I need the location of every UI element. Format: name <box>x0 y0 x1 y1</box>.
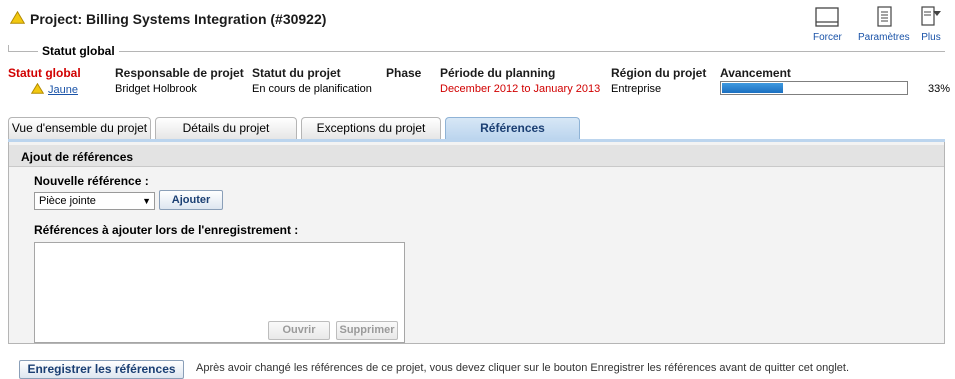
reference-type-value: Pièce jointe <box>39 195 96 207</box>
chevron-down-icon: ▼ <box>142 196 151 206</box>
global-status-value: Jaune <box>30 82 78 97</box>
reference-type-select[interactable]: Pièce jointe ▼ <box>34 192 155 210</box>
more-button[interactable]: Plus <box>918 6 944 43</box>
tab-project-exceptions[interactable]: Exceptions du projet <box>301 117 441 139</box>
project-status-header: Statut du projet <box>252 66 341 80</box>
more-label: Plus <box>921 32 941 43</box>
panel-title: Ajout de références <box>21 150 134 164</box>
settings-label: Paramètres <box>858 32 910 43</box>
settings-button[interactable]: Paramètres <box>858 6 910 43</box>
manager-header: Responsable de projet <box>115 66 244 80</box>
global-status-link[interactable]: Jaune <box>48 84 78 96</box>
tab-references[interactable]: Références <box>445 117 580 139</box>
manager-value: Bridget Holbrook <box>115 83 197 95</box>
progress-percent: 33% <box>928 83 951 95</box>
phase-header: Phase <box>386 66 422 80</box>
progress-bar-fill <box>722 83 783 93</box>
add-reference-button[interactable]: Ajouter <box>159 190 223 210</box>
document-icon <box>871 6 897 31</box>
window-icon <box>814 7 840 31</box>
new-reference-label: Nouvelle référence : <box>34 174 149 188</box>
panel-header <box>9 145 944 167</box>
project-status-value: En cours de planification <box>252 83 372 95</box>
page-title-row: Project: Billing Systems Integration (#3… <box>9 10 327 27</box>
section-divider <box>8 51 945 52</box>
page-title: Project: Billing Systems Integration (#3… <box>30 11 327 27</box>
open-button[interactable]: Ouvrir <box>268 321 330 340</box>
references-to-add-label: Références à ajouter lors de l'enregistr… <box>34 223 299 237</box>
region-header: Région du projet <box>611 66 707 80</box>
global-status-header: Statut global <box>8 66 81 80</box>
warning-icon <box>30 82 45 97</box>
planning-period-value: December 2012 to January 2013 <box>440 83 601 95</box>
progress-header: Avancement <box>720 66 791 80</box>
progress-bar <box>720 81 908 95</box>
save-references-button[interactable]: Enregistrer les références <box>19 360 184 379</box>
document-dropdown-icon <box>918 6 944 31</box>
delete-button[interactable]: Supprimer <box>336 321 398 340</box>
tab-project-details[interactable]: Détails du projet <box>155 117 297 139</box>
force-label: Forcer <box>813 32 842 43</box>
planning-period-header: Période du planning <box>440 66 556 80</box>
tab-project-overview[interactable]: Vue d'ensemble du projet <box>8 117 151 139</box>
warning-icon <box>9 10 26 27</box>
footer-note: Après avoir changé les références de ce … <box>196 362 850 374</box>
status-section-legend: Statut global <box>38 44 119 58</box>
force-button[interactable]: Forcer <box>813 6 842 43</box>
region-value: Entreprise <box>611 83 662 95</box>
